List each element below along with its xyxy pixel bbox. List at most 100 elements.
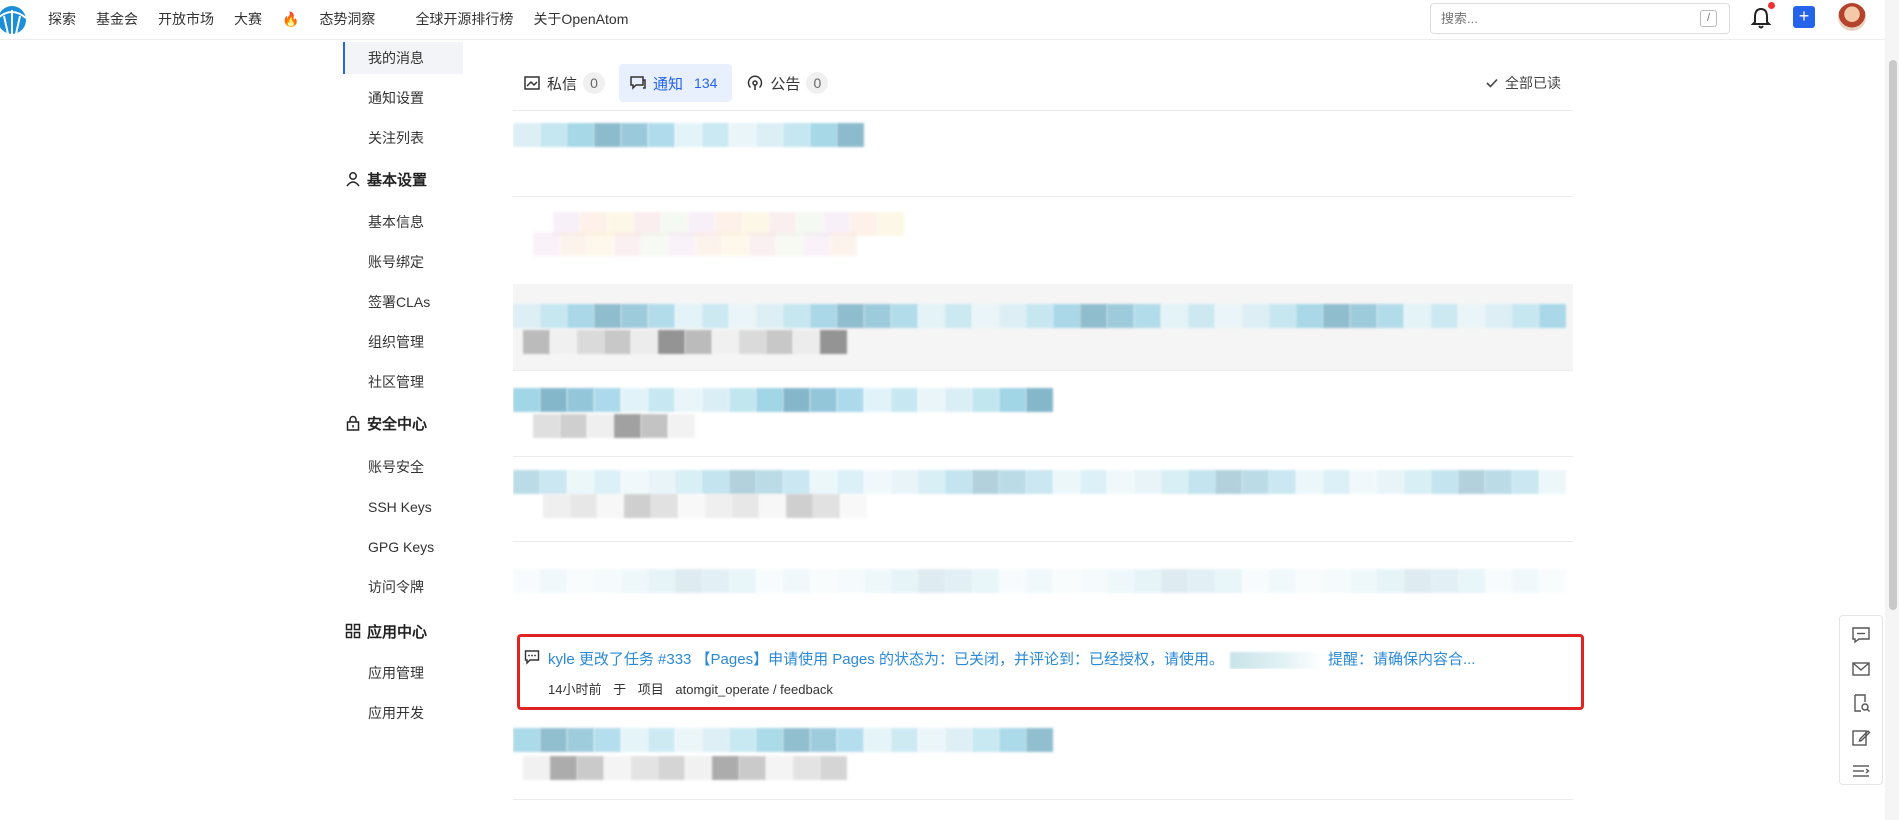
envelope-icon[interactable] — [1850, 658, 1872, 680]
redacted-block — [1269, 470, 1296, 494]
redacted-block — [786, 494, 813, 518]
notification-title[interactable]: kyle 更改了任务 #333 【Pages】申请使用 Pages 的状态为：已… — [548, 648, 1558, 669]
chat-icon[interactable] — [1850, 624, 1872, 646]
redacted-block — [1215, 569, 1242, 593]
list-item[interactable] — [513, 712, 1573, 798]
edit-icon[interactable] — [1850, 726, 1872, 748]
row-divider — [513, 799, 1573, 800]
sidebar-item-gpg-keys[interactable]: GPG Keys — [343, 531, 463, 563]
mark-all-read-button[interactable]: 全部已读 — [1485, 73, 1561, 93]
redacted-block — [543, 494, 570, 518]
sidebar-item-account-binding[interactable]: 账号绑定 — [343, 246, 463, 278]
tab-notification-label: 通知 — [653, 75, 684, 93]
redacted-block — [594, 123, 621, 147]
redacted-block — [1485, 569, 1512, 593]
nav-explore[interactable]: 探索 — [48, 9, 76, 29]
redacted-block — [1107, 569, 1134, 593]
nav-about[interactable]: 关于OpenAtom — [533, 9, 628, 29]
list-item[interactable] — [513, 198, 1573, 284]
nav-ranking[interactable]: 全球开源排行榜 — [415, 9, 513, 29]
redacted-block — [830, 232, 857, 256]
list-item[interactable] — [513, 284, 1573, 370]
redacted-block — [550, 756, 577, 780]
redacted-block — [803, 232, 830, 256]
row-divider — [513, 370, 1573, 371]
lock-icon — [346, 415, 360, 431]
redacted-block — [877, 212, 904, 236]
tab-private-message[interactable]: 私信 0 — [513, 64, 615, 102]
redacted-block — [783, 304, 810, 328]
list-item[interactable] — [513, 458, 1573, 544]
list-item[interactable] — [513, 372, 1573, 458]
notification-project-link[interactable]: atomgit_operate / feedback — [675, 682, 833, 697]
nav-insight[interactable]: 🔥 态势洞察 — [282, 9, 395, 29]
sidebar-item-community[interactable]: 社区管理 — [343, 366, 463, 398]
sidebar-item-app-dev[interactable]: 应用开发 — [343, 697, 463, 729]
nav-contest[interactable]: 大赛 — [234, 9, 262, 29]
avatar[interactable] — [1838, 3, 1866, 31]
redacted-block — [540, 728, 567, 752]
redacted-block — [533, 414, 560, 438]
tab-announcement[interactable]: 公告 0 — [736, 64, 838, 102]
redacted-block — [1134, 304, 1161, 328]
sidebar-item-basic-info[interactable]: 基本信息 — [343, 206, 463, 238]
collapse-icon[interactable] — [1850, 760, 1872, 782]
redacted-block — [621, 304, 648, 328]
redacted-block — [756, 569, 783, 593]
list-item[interactable] — [513, 112, 1573, 198]
row-divider — [513, 541, 1573, 542]
sidebar-item-follow-list[interactable]: 关注列表 — [343, 122, 463, 154]
redacted-block — [513, 304, 540, 328]
redacted-block — [567, 388, 594, 412]
redacted-block — [1296, 569, 1323, 593]
tab-private-count: 0 — [583, 72, 606, 94]
redacted-block — [864, 569, 891, 593]
sidebar-item-account-security[interactable]: 账号安全 — [343, 451, 463, 483]
notification-time: 14小时前 — [548, 682, 602, 697]
redacted-block — [577, 756, 604, 780]
redacted-block — [972, 728, 999, 752]
sidebar-item-ssh-keys[interactable]: SSH Keys — [343, 491, 463, 523]
redacted-block — [1431, 304, 1458, 328]
redacted-block — [587, 232, 614, 256]
tabs-divider — [513, 110, 1573, 111]
sidebar-item-org-manage[interactable]: 组织管理 — [343, 326, 463, 358]
redacted-block — [1053, 304, 1080, 328]
redacted-block — [1026, 569, 1053, 593]
redacted-block — [793, 330, 820, 354]
redacted-block — [864, 304, 891, 328]
search-shortcut-hint: / — [1700, 10, 1717, 27]
redacted-block — [1161, 470, 1188, 494]
sidebar-item-app-manage[interactable]: 应用管理 — [343, 657, 463, 689]
redacted-block — [820, 756, 847, 780]
sidebar-item-notify-settings[interactable]: 通知设置 — [343, 82, 463, 114]
redacted-block — [810, 470, 837, 494]
nav-foundation[interactable]: 基金会 — [96, 9, 138, 29]
nav-market[interactable]: 开放市场 — [158, 9, 214, 29]
logo-icon[interactable] — [0, 4, 28, 36]
bell-icon[interactable] — [1750, 6, 1772, 30]
redacted-block — [739, 330, 766, 354]
create-button[interactable]: + — [1793, 6, 1815, 28]
redacted-block — [1539, 470, 1566, 494]
redacted-block — [1377, 569, 1404, 593]
redacted-block — [567, 569, 594, 593]
redacted-block — [705, 494, 732, 518]
redacted-block — [533, 232, 560, 256]
sidebar-item-my-messages[interactable]: 我的消息 — [343, 42, 463, 74]
sidebar-item-access-token[interactable]: 访问令牌 — [343, 571, 463, 603]
redacted-block — [1458, 304, 1485, 328]
redacted-block — [945, 470, 972, 494]
doc-search-icon[interactable] — [1850, 692, 1872, 714]
redacted-block — [597, 494, 624, 518]
redacted-block — [631, 756, 658, 780]
scrollbar-thumb[interactable] — [1889, 60, 1897, 610]
list-item[interactable] — [513, 543, 1573, 629]
search-input[interactable] — [1430, 3, 1730, 34]
redacted-block — [624, 494, 651, 518]
highlighted-notification[interactable]: kyle 更改了任务 #333 【Pages】申请使用 Pages 的状态为：已… — [517, 634, 1584, 710]
tab-notification[interactable]: 通知 134 — [619, 64, 733, 102]
redacted-block — [1026, 728, 1053, 752]
sidebar-item-clas[interactable]: 签署CLAs — [343, 286, 463, 318]
redacted-block — [756, 470, 783, 494]
